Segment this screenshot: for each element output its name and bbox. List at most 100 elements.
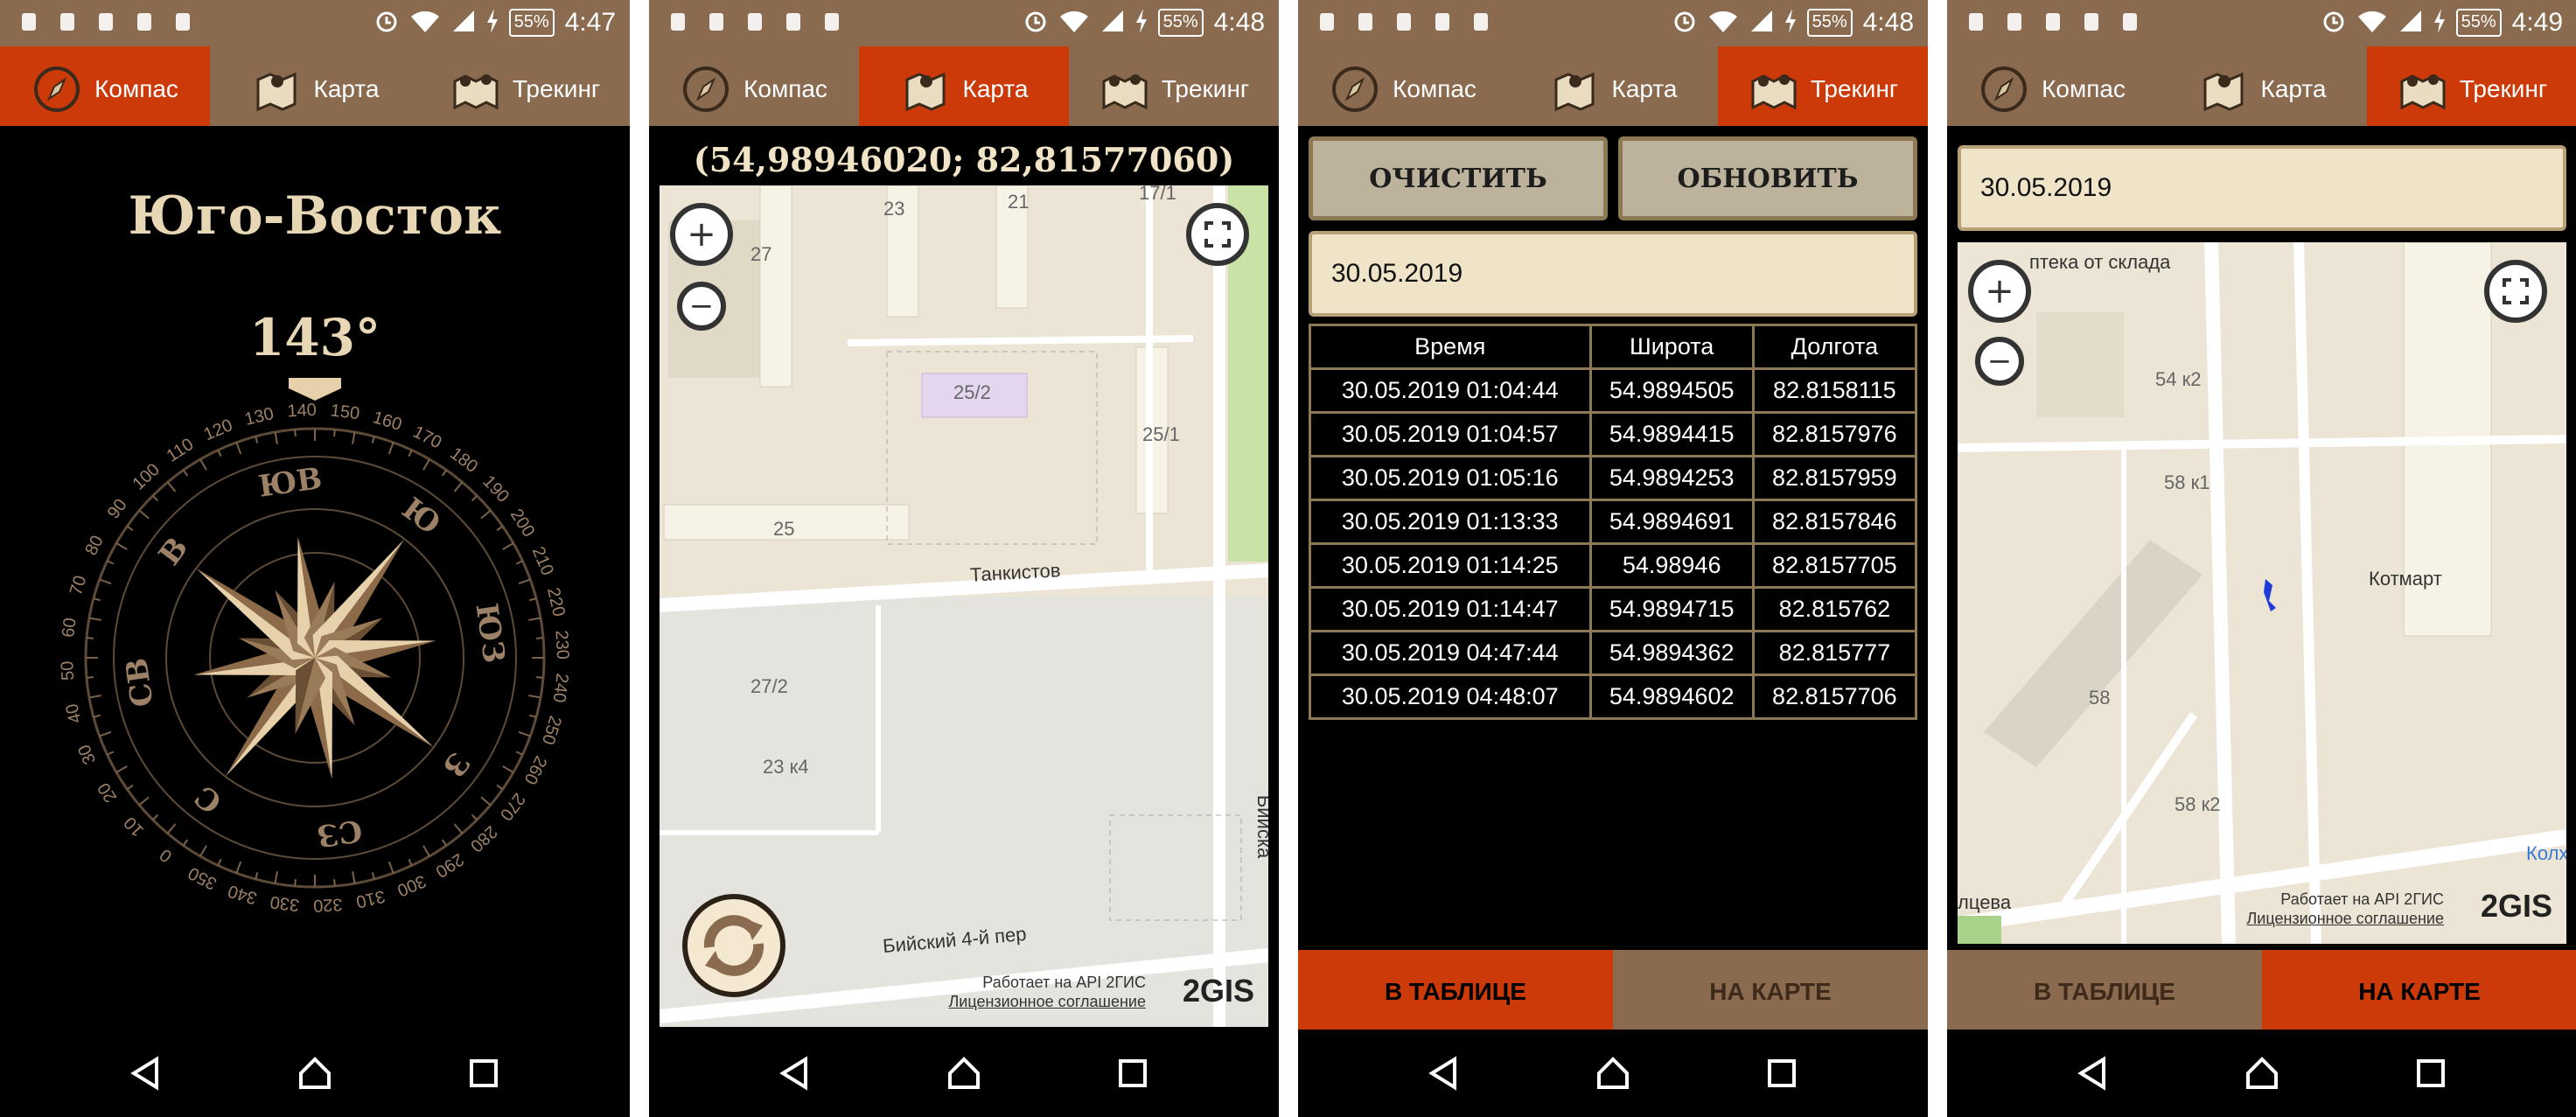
- home-button[interactable]: [2244, 1056, 2279, 1091]
- charging-icon: [486, 8, 499, 38]
- compass-degree-label: 150: [330, 401, 361, 423]
- clear-button[interactable]: ОЧИСТИТЬ: [1309, 136, 1608, 220]
- in-table-tab[interactable]: В ТАБЛИЦЕ: [1947, 950, 2262, 1034]
- compass-tick: [274, 871, 278, 884]
- zoom-out-button[interactable]: −: [677, 282, 726, 331]
- tab-tracking[interactable]: Трекинг: [2367, 46, 2576, 126]
- street-label: Колх: [2526, 842, 2566, 864]
- recents-button[interactable]: [2413, 1056, 2448, 1091]
- bulb-icon: [2043, 10, 2063, 33]
- compass-degree-label: 10: [121, 813, 148, 840]
- image-icon: [2005, 10, 2024, 33]
- zoom-out-button[interactable]: −: [1975, 337, 2024, 386]
- tab-compass[interactable]: Компас: [0, 46, 210, 126]
- attribution-line: Работает на API 2ГИС: [982, 974, 1146, 991]
- compass-tick: [107, 560, 115, 565]
- bulb-icon: [745, 10, 764, 33]
- recents-button[interactable]: [1115, 1056, 1150, 1091]
- android-icon: [2120, 10, 2140, 33]
- table-row: 30.05.2019 01:04:44 54.9894505 82.8158115: [1309, 367, 1918, 414]
- compass-tick: [515, 560, 523, 565]
- home-button[interactable]: [1595, 1056, 1630, 1091]
- back-button[interactable]: [129, 1056, 164, 1091]
- compass-tick: [166, 823, 177, 834]
- date-field[interactable]: 30.05.2019: [1958, 145, 2566, 231]
- compass-tab-icon: [1981, 66, 2028, 112]
- android-icon: [173, 10, 192, 33]
- tab-tracking[interactable]: Трекинг: [1718, 46, 1928, 126]
- signal-icon: [1100, 9, 1125, 38]
- fullscreen-icon: [2503, 278, 2529, 304]
- recents-button[interactable]: [466, 1056, 501, 1091]
- fullscreen-button[interactable]: [2484, 260, 2547, 323]
- status-clock: 4:49: [2511, 8, 2563, 37]
- fullscreen-button[interactable]: [1186, 203, 1249, 266]
- usb-icon: [1317, 10, 1337, 33]
- tab-label: Карта: [1611, 74, 1678, 102]
- cardinal-label: ЮЗ: [468, 601, 511, 665]
- zoom-in-button[interactable]: +: [670, 203, 733, 266]
- column-header: Время: [1309, 324, 1592, 370]
- compass-tick: [138, 796, 150, 806]
- track-map-view[interactable]: птека от склада 54 к2 58 к1 Котмарт 58 5…: [1958, 242, 2566, 944]
- wifi-icon: [1707, 9, 1739, 38]
- zoom-in-button[interactable]: +: [1968, 260, 2031, 323]
- wifi-icon: [1058, 9, 1090, 38]
- street-label: Танкистов: [969, 559, 1062, 586]
- compass-tab-icon: [1332, 66, 1379, 112]
- back-button[interactable]: [2076, 1056, 2111, 1091]
- tab-compass[interactable]: Компас: [649, 46, 859, 126]
- status-bar: 55% 4:49: [1947, 0, 2576, 46]
- compass-degree-label: 110: [164, 435, 198, 466]
- compass-tick: [235, 861, 242, 874]
- back-icon: [2077, 1056, 2105, 1091]
- flashlight-icon: [784, 10, 803, 33]
- home-button[interactable]: [297, 1056, 332, 1091]
- back-button[interactable]: [778, 1056, 813, 1091]
- table-cell: 54.9894505: [1588, 367, 1755, 414]
- compass-degree-label: 250: [538, 713, 565, 746]
- in-table-tab[interactable]: В ТАБЛИЦЕ: [1298, 950, 1613, 1034]
- on-map-tab[interactable]: НА КАРТЕ: [2262, 950, 2576, 1034]
- on-map-tab[interactable]: НА КАРТЕ: [1613, 950, 1928, 1034]
- map-view[interactable]: 27 23 21 17/1 25/2 25/1 25 Танкистов 27/…: [660, 185, 1268, 1027]
- cardinal-label: В: [152, 531, 195, 572]
- compass-tick: [93, 597, 101, 602]
- license-link[interactable]: Лицензионное соглашение: [2246, 909, 2444, 928]
- license-link[interactable]: Лицензионное соглашение: [948, 992, 1146, 1011]
- tab-label: Компас: [2042, 74, 2126, 102]
- nav-bar: [1947, 1030, 2576, 1117]
- compass-tab-icon: [34, 66, 80, 112]
- table-cell: 82.8157705: [1751, 542, 1918, 589]
- cardinal-label: З: [436, 745, 477, 784]
- compass-degree-label: 200: [506, 506, 539, 541]
- 2gis-logo: 2GIS: [2480, 888, 2552, 924]
- map-label: 25: [773, 518, 795, 540]
- compass-tick: [352, 871, 356, 884]
- tab-compass[interactable]: Компас: [1298, 46, 1508, 126]
- tab-map[interactable]: Карта: [2157, 46, 2367, 126]
- usb-icon: [1966, 10, 1986, 33]
- compass-degree-label: 50: [58, 660, 78, 681]
- recents-button[interactable]: [1764, 1056, 1799, 1091]
- tab-map[interactable]: Карта: [1508, 46, 1718, 126]
- tab-map[interactable]: Карта: [859, 46, 1069, 126]
- refresh-button[interactable]: ОБНОВИТЬ: [1618, 136, 1917, 220]
- refresh-location-button[interactable]: [682, 894, 785, 997]
- compass-degree-label: 60: [59, 617, 80, 639]
- tab-map[interactable]: Карта: [210, 46, 420, 126]
- tab-tracking[interactable]: Трекинг: [1069, 46, 1279, 126]
- tab-bar: Компас Карта Трекинг: [649, 46, 1279, 126]
- tracking-tab-icon: [1102, 73, 1148, 109]
- date-field[interactable]: 30.05.2019: [1309, 231, 1917, 317]
- tab-compass[interactable]: Компас: [1947, 46, 2157, 126]
- map-label: 21: [1008, 191, 1030, 213]
- home-icon: [298, 1057, 331, 1089]
- tab-label: Компас: [94, 74, 178, 102]
- table-cell: 54.9894602: [1588, 674, 1755, 720]
- wifi-icon: [2356, 9, 2388, 38]
- back-button[interactable]: [1427, 1056, 1462, 1091]
- compass-degree-label: 80: [81, 533, 108, 559]
- home-button[interactable]: [946, 1056, 981, 1091]
- tab-tracking[interactable]: Трекинг: [420, 46, 630, 126]
